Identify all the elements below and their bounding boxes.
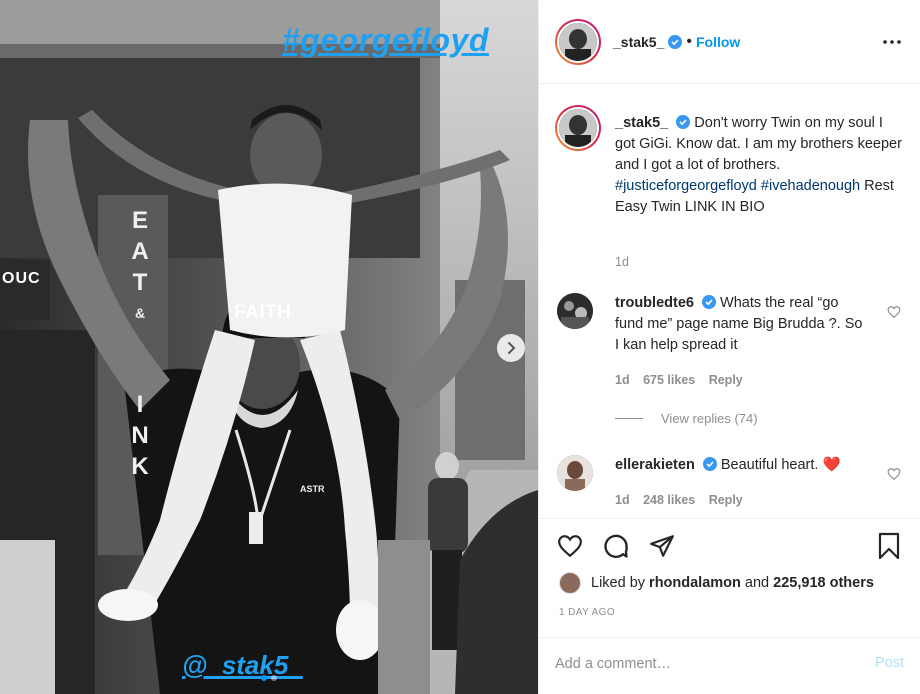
post-actions: Liked by rhondalamon and 225,918 others … <box>539 518 920 694</box>
more-horizontal-icon <box>883 40 901 44</box>
comment-username[interactable]: ellerakieten <box>615 457 695 473</box>
comment-body: Beautiful heart. <box>720 457 819 473</box>
sign-letter: I <box>136 391 144 418</box>
caption-username[interactable]: _stak5_ <box>615 115 668 131</box>
sign-letter: & <box>134 305 146 321</box>
comment-username[interactable]: troubledte6 <box>615 295 694 311</box>
sign-letter: E <box>131 207 148 234</box>
heart-emoji: ❤️ <box>822 457 841 473</box>
hashtag-overlay: #georgefloyd <box>282 22 489 58</box>
heart-icon <box>558 535 582 558</box>
sign-letter: T <box>132 269 148 296</box>
share-button[interactable] <box>647 531 677 561</box>
reply-button[interactable]: Reply <box>709 493 743 507</box>
bookmark-icon <box>878 532 900 560</box>
view-replies-label: View replies (74) <box>661 411 758 426</box>
carousel-dot <box>271 675 277 681</box>
avatar-image <box>557 455 593 491</box>
separator-dot: • <box>686 32 692 50</box>
comment-meta: 1d 248 likes Reply <box>615 493 753 507</box>
carousel-indicator <box>0 675 538 681</box>
post-photo[interactable]: OUC E A T & I N K FAITH ASTR #georgefloy… <box>0 0 538 694</box>
author-username[interactable]: _stak5_ <box>613 34 664 50</box>
liked-by-others[interactable]: 225,918 others <box>773 575 874 591</box>
post-comment-button[interactable]: Post <box>875 655 904 671</box>
add-comment-input[interactable] <box>555 652 845 676</box>
vertical-sign: E A T & I N K <box>126 205 154 482</box>
comment-meta: 1d 675 likes Reply <box>615 373 753 387</box>
photo-scene <box>0 0 538 694</box>
sign-letter: N <box>131 422 149 449</box>
view-replies-button[interactable]: View replies (74) <box>615 411 758 426</box>
action-icons-row <box>555 531 904 561</box>
add-comment-bar: Post <box>539 637 920 694</box>
hashtag-link[interactable]: #justiceforgeorgefloyd <box>615 178 757 194</box>
sign-letter: A <box>131 238 149 265</box>
reply-button[interactable]: Reply <box>709 373 743 387</box>
comment-icon <box>604 534 628 558</box>
cap-text: FAITH <box>234 302 292 323</box>
more-options-button[interactable] <box>880 30 904 54</box>
post-header: _stak5_ • Follow <box>539 0 920 84</box>
comment-age[interactable]: 1d <box>615 493 630 507</box>
carousel-next-button[interactable] <box>497 334 525 362</box>
avatar-image <box>559 22 597 61</box>
follow-button[interactable]: Follow <box>696 34 740 50</box>
store-sign-text: OUC <box>2 270 41 287</box>
chevron-right-icon <box>508 342 516 354</box>
comment-like-heart-icon[interactable] <box>887 467 901 481</box>
comment-text: ellerakieten Beautiful heart. ❤️ <box>615 455 865 476</box>
caption-text: _stak5_ Don't worry Twin on my soul I go… <box>615 113 905 218</box>
save-button[interactable] <box>874 531 904 561</box>
replies-divider <box>615 418 643 419</box>
comment-age[interactable]: 1d <box>615 373 630 387</box>
avatar-image <box>557 293 593 329</box>
liker-avatar[interactable] <box>559 572 581 594</box>
comments-section[interactable]: _stak5_ Don't worry Twin on my soul I go… <box>539 85 920 517</box>
liked-by-prefix: Liked by <box>591 575 646 591</box>
liked-by-user[interactable]: rhondalamon <box>649 575 741 591</box>
share-icon <box>650 535 674 557</box>
author-avatar[interactable] <box>555 18 601 65</box>
verified-badge-icon <box>701 295 716 309</box>
avatar-image <box>559 109 597 147</box>
like-button[interactable] <box>555 531 585 561</box>
caption-avatar[interactable] <box>555 105 601 151</box>
post-time-ago[interactable]: 1 DAY AGO <box>559 607 615 618</box>
shirt-text: ASTR <box>300 484 325 494</box>
comment-text: troubledte6 Whats the real “go fund me” … <box>615 293 865 356</box>
liked-by-and: and <box>744 575 770 591</box>
comment-like-heart-icon[interactable] <box>887 305 901 319</box>
sign-letter: K <box>131 453 149 480</box>
verified-badge-icon <box>668 34 683 49</box>
comment-likes[interactable]: 675 likes <box>643 373 695 387</box>
verified-badge-icon <box>676 115 691 129</box>
comment-likes[interactable]: 248 likes <box>643 493 695 507</box>
verified-badge-icon <box>702 457 717 471</box>
carousel-dot-active <box>261 675 267 681</box>
comment-button[interactable] <box>601 531 631 561</box>
commenter-avatar[interactable] <box>557 293 593 329</box>
post-sidebar: _stak5_ • Follow _stak5_ Don't worry Twi… <box>538 0 920 694</box>
caption-age[interactable]: 1d <box>615 255 629 269</box>
commenter-avatar[interactable] <box>557 455 593 491</box>
hashtag-link[interactable]: #ivehadenough <box>761 178 860 194</box>
liked-by: Liked by rhondalamon and 225,918 others <box>559 572 874 594</box>
